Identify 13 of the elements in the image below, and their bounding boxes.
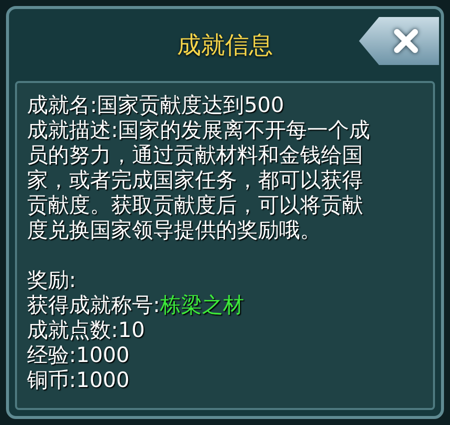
reward-value: 栋梁之材	[160, 293, 244, 318]
detail-text: 成就描述:国家的发展离不开每一个成员的努力，通过贡献材料和金钱给国家，或者完成国家任务，都可以获得贡献度。获取贡献度后，可以将贡献度兑换国家领导提供的奖励哦。	[27, 118, 372, 243]
reward-value: 1000	[76, 368, 130, 393]
reward-label: 获得成就称号:	[27, 293, 160, 318]
reward-label: 铜币:	[27, 368, 76, 393]
dialog-title: 成就信息	[176, 30, 274, 61]
reward-label: 成就点数:	[27, 318, 118, 343]
detail-text: 成就名:国家贡献度达到500	[27, 93, 286, 118]
rewards-heading: 奖励:	[27, 268, 78, 293]
reward-value: 1000	[76, 343, 130, 368]
close-button[interactable]	[359, 17, 439, 65]
reward-label: 经验:	[27, 343, 76, 368]
reward-value: 10	[118, 318, 145, 343]
